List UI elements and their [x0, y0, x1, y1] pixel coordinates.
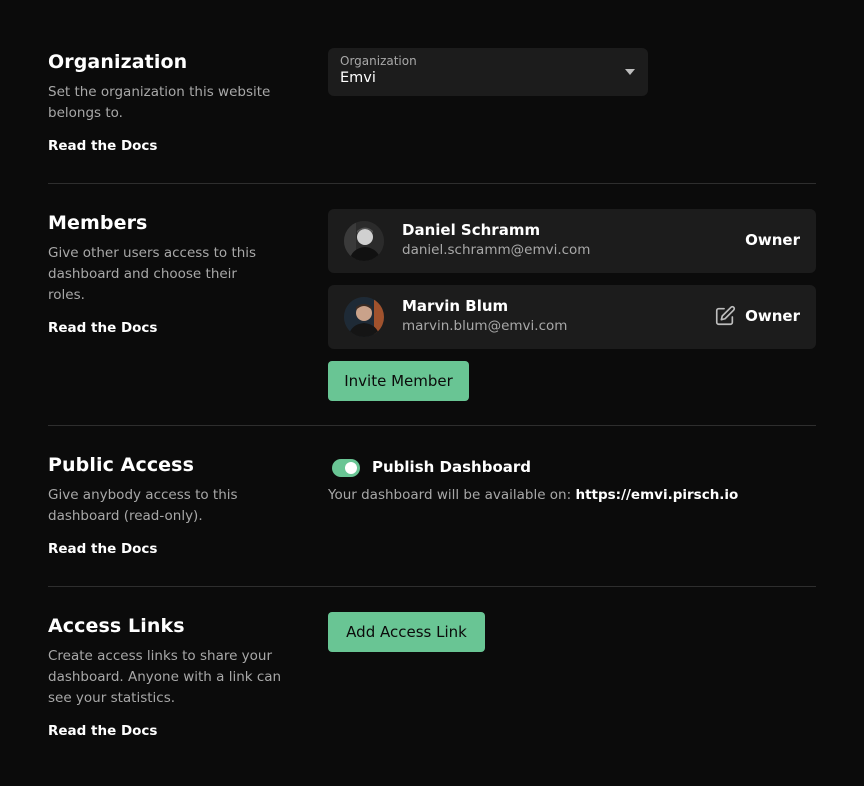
- member-name: Marvin Blum: [402, 297, 509, 315]
- dashboard-availability-text: Your dashboard will be available on: htt…: [328, 487, 738, 503]
- public-access-title: Public Access: [48, 454, 194, 476]
- members-description: Give other users access to this dashboar…: [48, 245, 257, 303]
- member-email: daniel.schramm@emvi.com: [402, 242, 591, 258]
- access-links-docs-link[interactable]: Read the Docs: [48, 723, 157, 739]
- avatar: [344, 297, 384, 337]
- organization-select-value: Emvi: [340, 70, 376, 86]
- invite-member-button[interactable]: Invite Member: [328, 361, 469, 401]
- access-links-description: Create access links to share your dashbo…: [48, 648, 282, 706]
- section-divider: [48, 425, 816, 426]
- chevron-down-icon: [625, 69, 635, 75]
- publish-dashboard-toggle[interactable]: [332, 459, 360, 477]
- avatar-portrait-icon: [344, 221, 384, 261]
- add-access-link-button[interactable]: Add Access Link: [328, 612, 485, 652]
- access-links-section: Access Links Create access links to shar…: [48, 612, 816, 754]
- member-name: Daniel Schramm: [402, 221, 541, 239]
- publish-dashboard-label: Publish Dashboard: [372, 458, 532, 476]
- avatar: [344, 221, 384, 261]
- settings-page: Organization Set the organization this w…: [0, 0, 864, 786]
- member-card: Marvin Blum marvin.blum@emvi.com Owner: [328, 285, 816, 349]
- member-email: marvin.blum@emvi.com: [402, 318, 568, 334]
- members-docs-link[interactable]: Read the Docs: [48, 320, 157, 336]
- section-divider: [48, 586, 816, 587]
- organization-select[interactable]: Organization Emvi: [328, 48, 648, 96]
- members-title: Members: [48, 212, 148, 234]
- avatar-portrait-icon: [344, 297, 384, 337]
- organization-title: Organization: [48, 51, 188, 73]
- public-access-description: Give anybody access to this dashboard (r…: [48, 487, 238, 524]
- member-role: Owner: [745, 231, 800, 249]
- dashboard-url: https://emvi.pirsch.io: [575, 487, 739, 503]
- organization-section: Organization Set the organization this w…: [48, 48, 816, 170]
- organization-description: Set the organization this website belong…: [48, 84, 271, 121]
- public-access-section: Public Access Give anybody access to thi…: [48, 453, 816, 573]
- access-links-title: Access Links: [48, 615, 185, 637]
- organization-select-label: Organization: [340, 54, 417, 68]
- member-card: Daniel Schramm daniel.schramm@emvi.com O…: [328, 209, 816, 273]
- availability-label: Your dashboard will be available on:: [328, 487, 576, 503]
- toggle-knob: [345, 462, 357, 474]
- members-section: Members Give other users access to this …: [48, 209, 816, 411]
- section-divider: [48, 183, 816, 184]
- public-access-docs-link[interactable]: Read the Docs: [48, 541, 157, 557]
- member-role[interactable]: Owner: [745, 307, 800, 325]
- edit-icon[interactable]: [714, 305, 736, 327]
- organization-docs-link[interactable]: Read the Docs: [48, 138, 157, 154]
